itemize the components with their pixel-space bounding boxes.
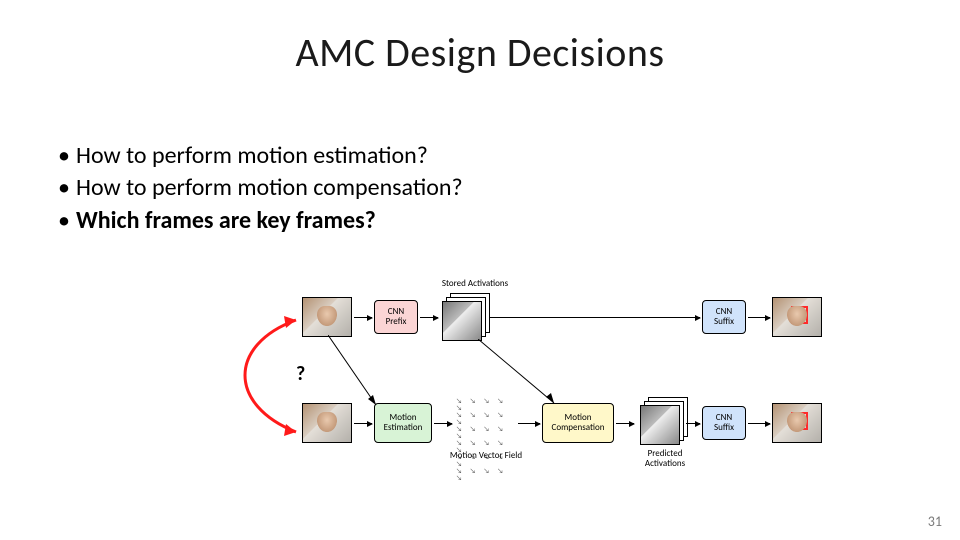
arrow-icon [518,423,540,424]
predicted-input-image [302,403,352,443]
slide-title: AMC Design Decisions [0,28,960,77]
bullet-list: • How to perform motion estimation? • Ho… [58,140,463,237]
stored-activation-map [442,301,482,341]
cnn-prefix-block: CNN Prefix [374,300,418,334]
bullet-marker: • [58,205,76,237]
predicted-activations-label: Predicted Activations [630,449,700,469]
arrow-icon [478,339,568,405]
bullet-text: How to perform motion compensation? [76,172,463,204]
arrow-icon [420,317,438,318]
predicted-activation-map [640,405,680,445]
motion-vector-field-graphic: ↘ ↘ ↘ ↘ ↘↘ ↘ ↘ ↘ ↘↘ ↘ ↘ ↘ ↘↘ ↘ ↘ ↘ ↘↘ ↘ … [456,397,516,481]
bullet-marker: • [58,172,76,204]
arrow-icon [748,317,770,318]
keyframe-input-image [302,297,352,337]
cnn-suffix-block-bottom: CNN Suffix [702,406,746,440]
stored-activations-label: Stored Activations [430,279,520,289]
bullet-text: Which frames are key frames? [76,205,376,237]
page-number: 31 [928,513,942,530]
bullet-item: • How to perform motion estimation? [58,140,463,172]
arrow-icon [354,423,372,424]
keyframe-output-image [772,297,822,337]
bullet-text: How to perform motion estimation? [76,140,428,172]
block-label: Motion Estimation [379,413,427,433]
arrow-icon [616,423,634,424]
bullet-marker: • [58,140,76,172]
cnn-suffix-block-top: CNN Suffix [702,300,746,334]
arrow-icon [434,423,452,424]
motion-vector-field-label: Motion Vector Field [446,451,526,461]
motion-estimation-block: Motion Estimation [374,403,432,443]
amc-diagram: CNN Prefix Stored Activations CNN Suffix… [232,285,912,495]
bullet-item: • How to perform motion compensation? [58,172,463,204]
bullet-item: • Which frames are key frames? [58,205,463,237]
slide-root: AMC Design Decisions • How to perform mo… [0,0,960,540]
block-label: Motion Compensation [547,413,609,433]
arrow-icon [328,335,388,407]
predicted-output-image [772,403,822,443]
arrow-icon [490,317,700,318]
block-label: CNN Suffix [707,307,741,327]
block-label: CNN Prefix [379,307,413,327]
arrow-icon [686,423,700,424]
arrow-icon [354,317,372,318]
motion-compensation-block: Motion Compensation [542,403,614,443]
arrow-icon [748,423,770,424]
block-label: CNN Suffix [707,413,741,433]
